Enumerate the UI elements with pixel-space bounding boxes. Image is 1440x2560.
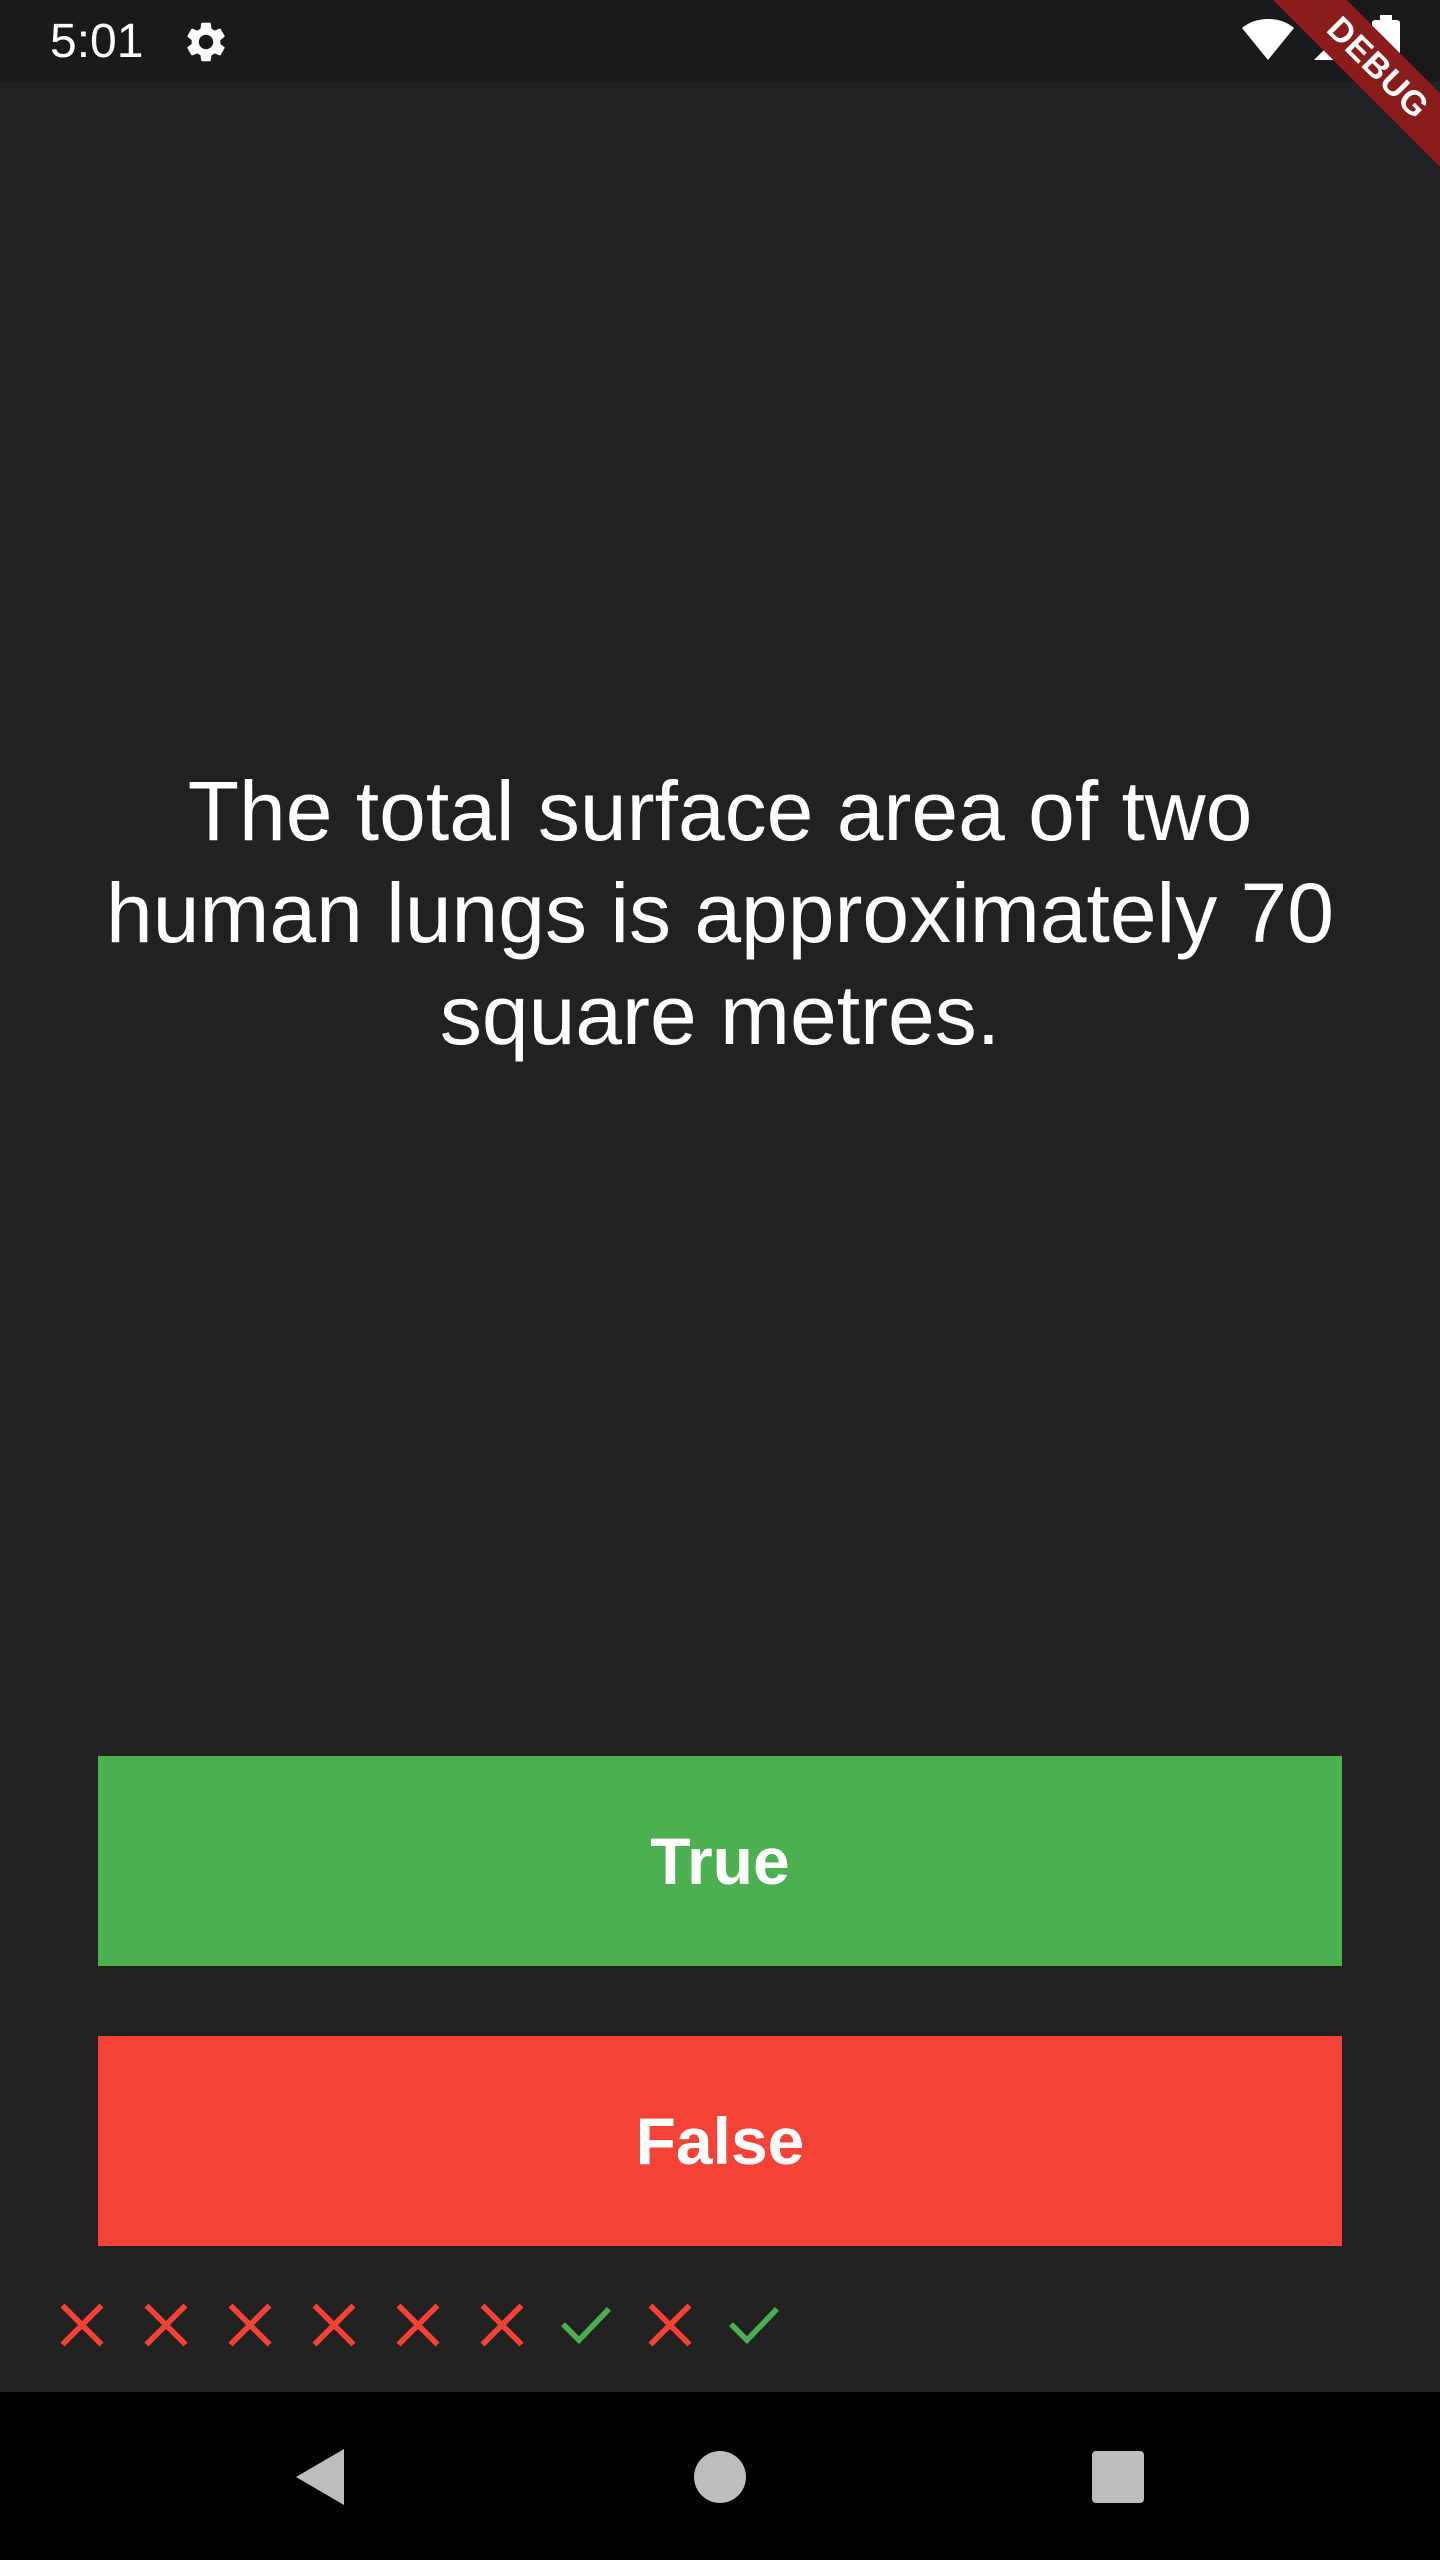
- status-icons: [1240, 14, 1400, 70]
- false-button[interactable]: False: [98, 2036, 1342, 2246]
- score-keeper: [40, 2290, 796, 2360]
- cell-signal-icon: [1312, 16, 1356, 69]
- battery-icon: [1372, 14, 1400, 70]
- close-icon: [124, 2290, 208, 2360]
- close-icon: [376, 2290, 460, 2360]
- status-time: 5:01: [50, 15, 144, 68]
- settings-icon: [182, 18, 230, 66]
- close-icon: [292, 2290, 376, 2360]
- close-icon: [460, 2290, 544, 2360]
- back-icon[interactable]: [275, 2432, 365, 2522]
- navigation-bar: [0, 2392, 1440, 2560]
- check-icon: [544, 2290, 628, 2360]
- question-area: The total surface area of two human lung…: [60, 760, 1380, 1066]
- quiz-screen: 5:01 DEBUG The total surface area of two…: [0, 0, 1440, 2560]
- close-icon: [40, 2290, 124, 2360]
- recents-icon[interactable]: [1073, 2432, 1163, 2522]
- status-bar: 5:01: [0, 0, 1440, 82]
- true-button-label: True: [650, 1824, 790, 1898]
- close-icon: [628, 2290, 712, 2360]
- false-button-label: False: [635, 2104, 805, 2178]
- true-button[interactable]: True: [98, 1756, 1342, 1966]
- close-icon: [208, 2290, 292, 2360]
- question-text: The total surface area of two human lung…: [105, 764, 1334, 1062]
- check-icon: [712, 2290, 796, 2360]
- home-icon[interactable]: [675, 2432, 765, 2522]
- wifi-icon: [1240, 16, 1296, 69]
